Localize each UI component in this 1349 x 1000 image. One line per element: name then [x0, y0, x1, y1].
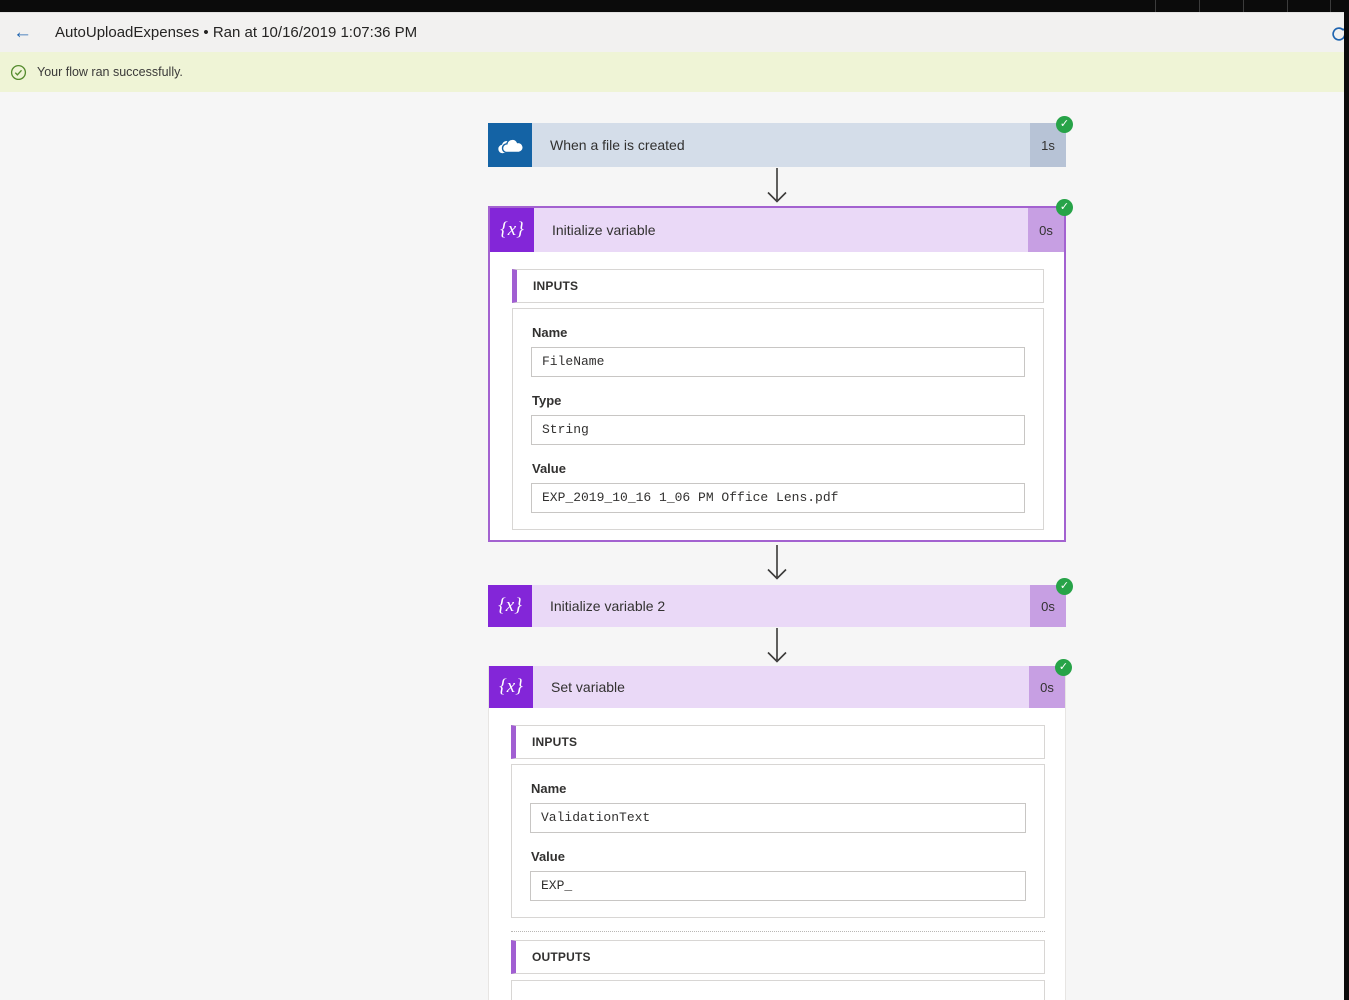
field-label: Type	[532, 393, 1025, 408]
flow-connector	[488, 167, 1066, 206]
success-banner-text: Your flow ran successfully.	[37, 65, 183, 79]
tab-separator	[1330, 0, 1331, 12]
inputs-section-header: INPUTS	[512, 269, 1044, 303]
field-name: Name ValidationText	[530, 781, 1026, 833]
field-value: EXP_	[530, 871, 1026, 901]
status-succeeded-badge: ✓	[1055, 659, 1072, 676]
step-title: When a file is created	[532, 123, 1030, 167]
status-succeeded-badge: ✓	[1056, 116, 1073, 133]
field-value-row: Value EXP_2019_10_16 1_06 PM Office Lens…	[531, 461, 1025, 513]
variable-icon: {x}	[488, 585, 532, 627]
tab-separator	[1199, 0, 1200, 12]
field-label: Name	[532, 325, 1025, 340]
flow-canvas: ✓ When a file is created	[0, 92, 1349, 1000]
browser-tab-strip	[0, 0, 1349, 12]
status-succeeded-badge: ✓	[1056, 199, 1073, 216]
step-header[interactable]: {x} Initialize variable 2 0s	[488, 585, 1066, 627]
field-value-row: Value EXP_	[530, 849, 1026, 901]
down-arrow-icon	[764, 545, 790, 582]
inputs-section-header: INPUTS	[511, 725, 1045, 759]
field-value: EXP_2019_10_16 1_06 PM Office Lens.pdf	[531, 483, 1025, 513]
flow-connector	[488, 542, 1066, 585]
variable-icon: {x}	[490, 208, 534, 252]
field-value: ValidationText	[530, 803, 1026, 833]
flow-connector	[488, 627, 1066, 666]
field-value: FileName	[531, 347, 1025, 377]
check-circle-icon	[10, 64, 27, 81]
field-name: Name FileName	[531, 325, 1025, 377]
field-type: Type String	[531, 393, 1025, 445]
tab-separator	[1243, 0, 1244, 12]
onedrive-icon	[488, 123, 532, 167]
field-value: String	[531, 415, 1025, 445]
outputs-section-header: OUTPUTS	[511, 940, 1045, 974]
step-details: INPUTS Name FileName Type String Value E…	[490, 252, 1064, 540]
field-label: Value	[531, 849, 1026, 864]
outputs-section: OUTPUTS	[511, 931, 1045, 1000]
back-arrow-icon[interactable]: ←	[13, 23, 32, 42]
step-initialize-variable-2: ✓ {x} Initialize variable 2 0s	[488, 585, 1066, 627]
step-title: Initialize variable 2	[532, 585, 1030, 627]
success-banner: Your flow ran successfully.	[0, 52, 1349, 92]
window-edge-bar	[1344, 0, 1349, 1000]
outputs-content	[511, 980, 1045, 1000]
inputs-fields: Name ValidationText Value EXP_	[511, 764, 1045, 918]
field-label: Name	[531, 781, 1026, 796]
down-arrow-icon	[764, 168, 790, 205]
step-header[interactable]: {x} Initialize variable 0s	[490, 208, 1064, 252]
tab-separator	[1155, 0, 1156, 12]
step-when-a-file-is-created: ✓ When a file is created	[488, 123, 1066, 167]
inputs-heading: INPUTS	[533, 279, 578, 293]
inputs-fields: Name FileName Type String Value EXP_2019…	[512, 308, 1044, 530]
page-title: AutoUploadExpenses • Ran at 10/16/2019 1…	[55, 24, 417, 41]
step-initialize-variable: ✓ {x} Initialize variable 0s INPUTS Name…	[488, 206, 1066, 542]
outputs-heading: OUTPUTS	[532, 950, 591, 964]
run-header: ← AutoUploadExpenses • Ran at 10/16/2019…	[0, 12, 1349, 52]
step-duration: 0s	[1028, 208, 1064, 252]
tab-separator	[1287, 0, 1288, 12]
inputs-heading: INPUTS	[532, 735, 577, 749]
step-header[interactable]: When a file is created 1s	[488, 123, 1066, 167]
status-succeeded-badge: ✓	[1056, 578, 1073, 595]
step-header[interactable]: {x} Set variable 0s	[489, 666, 1065, 708]
variable-icon: {x}	[489, 666, 533, 708]
field-label: Value	[532, 461, 1025, 476]
step-title: Initialize variable	[534, 208, 1028, 252]
down-arrow-icon	[764, 628, 790, 665]
step-details: INPUTS Name ValidationText Value EXP_ OU…	[489, 708, 1065, 1000]
step-set-variable: ✓ {x} Set variable 0s INPUTS Name Valida…	[488, 666, 1066, 1000]
step-title: Set variable	[533, 666, 1029, 708]
